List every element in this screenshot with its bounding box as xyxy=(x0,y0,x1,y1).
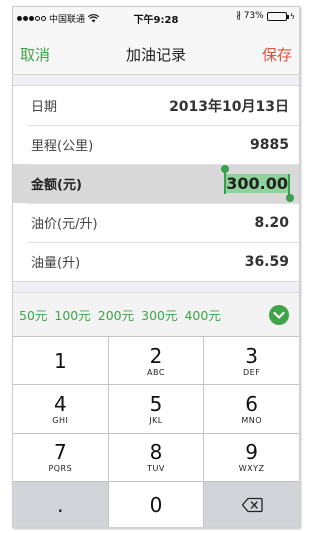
key-digit: . xyxy=(57,493,64,518)
key-3[interactable]: 3 DEF xyxy=(204,337,299,385)
bluetooth-icon: ∦ xyxy=(236,11,241,21)
amount-label: 金额(元) xyxy=(31,178,82,193)
date-label: 日期 xyxy=(31,100,58,115)
key-letters: TUV xyxy=(147,464,165,474)
key-digit: 7 xyxy=(53,440,67,465)
quick-amount-300[interactable]: 300元 xyxy=(141,305,177,324)
battery-icon xyxy=(266,11,289,21)
amount-input[interactable]: 300.00 xyxy=(221,165,294,202)
key-1[interactable]: 1 xyxy=(13,337,108,385)
key-9[interactable]: 9 WXYZ xyxy=(204,433,299,481)
quick-amount-bar: 50元 100元 200元 300元 400元 xyxy=(13,292,299,336)
amount-row[interactable]: 金额(元) 300.00 xyxy=(13,164,299,203)
date-row[interactable]: 日期 2013年10月13日 xyxy=(13,86,299,125)
key-digit: 8 xyxy=(149,440,163,465)
key-letters: GHI xyxy=(52,415,69,425)
quick-amount-400[interactable]: 400元 xyxy=(184,305,220,324)
key-letters: MNO xyxy=(241,415,262,425)
delete-key[interactable] xyxy=(204,481,299,527)
key-letters: JKL xyxy=(149,415,163,425)
key-letters: ABC xyxy=(147,367,165,377)
key-digit: 4 xyxy=(53,391,67,416)
fuel-volume-row[interactable]: 油量(升) 36.59 xyxy=(13,242,299,281)
navigation-bar: 取消 加油记录 保存 xyxy=(13,27,299,75)
charging-icon: ϟ xyxy=(289,11,295,21)
key-0[interactable]: 0 xyxy=(108,481,204,527)
chevron-down-icon xyxy=(273,311,285,319)
phone-screen: 中国联通 下午9:28 ∦ 73% ϟ 取消 加油记录 保存 日期 2013年1… xyxy=(12,6,300,528)
fuel-price-row[interactable]: 油价(元/升) 8.20 xyxy=(13,203,299,242)
key-letters: PQRS xyxy=(48,464,73,474)
fuel-volume-value: 36.59 xyxy=(244,253,289,270)
status-bar: 中国联通 下午9:28 ∦ 73% ϟ xyxy=(13,7,299,27)
selection-knob-bottom[interactable] xyxy=(286,194,294,202)
key-digit: 3 xyxy=(245,343,259,368)
quick-amount-100[interactable]: 100元 xyxy=(54,305,90,324)
date-value: 2013年10月13日 xyxy=(169,98,289,115)
battery-percent: 73% xyxy=(243,11,264,21)
fuel-volume-label: 油量(升) xyxy=(31,256,81,271)
key-digit: 6 xyxy=(245,391,259,416)
amount-value: 300.00 xyxy=(226,174,288,193)
key-8[interactable]: 8 TUV xyxy=(108,433,204,481)
key-digit: 5 xyxy=(149,391,163,416)
backspace-icon xyxy=(241,498,263,513)
key-letters: WXYZ xyxy=(238,464,265,474)
mileage-value: 9885 xyxy=(250,136,289,153)
key-6[interactable]: 6 MNO xyxy=(204,385,299,433)
fuel-price-value: 8.20 xyxy=(254,214,289,231)
numeric-keypad: 1 2 ABC 3 DEF 4 GHI 5 JKL 6 MNO 7 PQRS 8… xyxy=(13,336,299,527)
selection-handle-left[interactable] xyxy=(224,170,227,194)
refuel-form: 日期 2013年10月13日 里程(公里) 9885 金额(元) 300.00 … xyxy=(13,85,299,282)
status-right: ∦ 73% ϟ xyxy=(236,11,295,21)
page-title: 加油记录 xyxy=(125,46,186,64)
selection-knob-top[interactable] xyxy=(221,165,230,173)
key-decimal[interactable]: . xyxy=(13,481,108,527)
save-button[interactable]: 保存 xyxy=(262,44,292,65)
quick-amount-50[interactable]: 50元 xyxy=(19,305,47,324)
quick-amount-200[interactable]: 200元 xyxy=(98,305,134,324)
mileage-row[interactable]: 里程(公里) 9885 xyxy=(13,125,299,164)
mileage-label: 里程(公里) xyxy=(31,139,94,154)
key-digit: 0 xyxy=(149,493,163,518)
key-2[interactable]: 2 ABC xyxy=(108,337,204,385)
key-digit: 1 xyxy=(53,348,67,373)
key-5[interactable]: 5 JKL xyxy=(108,385,204,433)
confirm-button[interactable] xyxy=(269,305,289,325)
fuel-price-label: 油价(元/升) xyxy=(31,217,98,232)
key-letters: DEF xyxy=(242,367,261,377)
key-digit: 9 xyxy=(245,440,259,465)
key-4[interactable]: 4 GHI xyxy=(13,385,108,433)
key-7[interactable]: 7 PQRS xyxy=(13,433,108,481)
key-digit: 2 xyxy=(149,343,163,368)
